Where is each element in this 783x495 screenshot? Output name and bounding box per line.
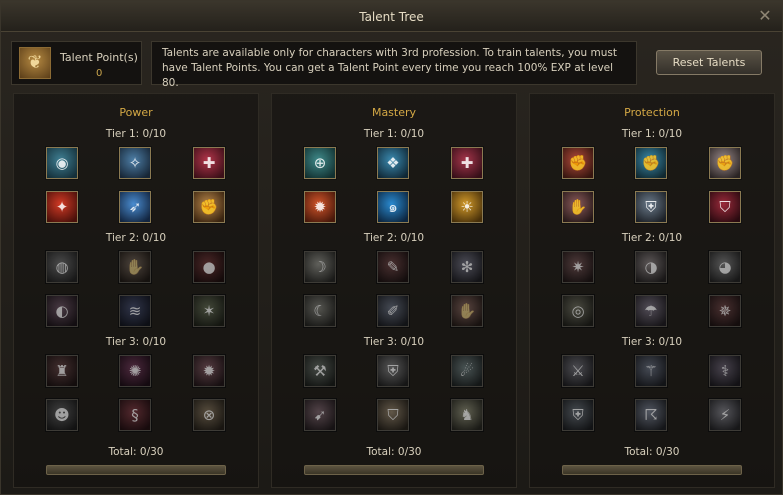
power-t1-skill6-icon[interactable]: ✊ [193, 191, 225, 223]
power-t1-skill4-icon[interactable]: ✦ [46, 191, 78, 223]
protection-t3-skill1-icon[interactable]: ⚔ [562, 355, 594, 387]
protection-t1-skill2-icon[interactable]: ✊ [635, 147, 667, 179]
column-progress-bar [304, 465, 484, 475]
mastery-t3-skill3-icon[interactable]: ☄ [451, 355, 483, 387]
tier-3-label: Tier 3: 0/10 [363, 336, 425, 348]
power-column: Power Tier 1: 0/10 Tier 2: 0/10 Tier 3: 0/1… [13, 93, 259, 488]
protection-t1-skill1-icon[interactable]: ✊ [562, 147, 594, 179]
talent-points-value: 0 [96, 68, 103, 79]
title-bar[interactable]: Talent Tree ✕ [1, 1, 782, 32]
tier-1-label: Tier 1: 0/10 [105, 128, 167, 140]
power-t2-skill3-icon[interactable]: ● [193, 251, 225, 283]
protection-t2-skill3-icon[interactable]: ◕ [709, 251, 741, 283]
column-progress-bar [46, 465, 226, 475]
mastery-t3-skill1-icon[interactable]: ⚒ [304, 355, 336, 387]
protection-column: Protection Tier 1: 0/10 Tier 2: 0/10 Tier 3… [529, 93, 775, 488]
mastery-t2-skill4-icon[interactable]: ☾ [304, 295, 336, 327]
protection-t3-skill4-icon[interactable]: ⛨ [562, 399, 594, 431]
column-total: Total: 0/30 [108, 446, 164, 458]
power-t2-skill4-icon[interactable]: ◐ [46, 295, 78, 327]
mastery-t1-skill3-icon[interactable]: ✚ [451, 147, 483, 179]
column-total: Total: 0/30 [366, 446, 422, 458]
mastery-t2-skill3-icon[interactable]: ✻ [451, 251, 483, 283]
mastery-t2-skill2-icon[interactable]: ✎ [377, 251, 409, 283]
talent-points-label: Talent Point(s) [60, 51, 138, 64]
mastery-t3-skill6-icon[interactable]: ♞ [451, 399, 483, 431]
column-title: Power [119, 106, 153, 119]
mastery-t2-skill6-icon[interactable]: ✋ [451, 295, 483, 327]
tier-2-label: Tier 2: 0/10 [363, 232, 425, 244]
power-t1-skill2-icon[interactable]: ✧ [119, 147, 151, 179]
power-t1-skill3-icon[interactable]: ✚ [193, 147, 225, 179]
power-t3-skill4-icon[interactable]: ☻ [46, 399, 78, 431]
info-text: Talents are available only for character… [151, 41, 637, 89]
protection-t1-skill5-icon[interactable]: ⛨ [635, 191, 667, 223]
tier-3-label: Tier 3: 0/10 [621, 336, 683, 348]
protection-t1-skill4-icon[interactable]: ✋ [562, 191, 594, 223]
power-t1-skill1-icon[interactable]: ◉ [46, 147, 78, 179]
mastery-t2-skill1-icon[interactable]: ☽ [304, 251, 336, 283]
mastery-t1-skill2-icon[interactable]: ❖ [377, 147, 409, 179]
protection-t2-skill1-icon[interactable]: ✷ [562, 251, 594, 283]
power-t2-skill5-icon[interactable]: ≋ [119, 295, 151, 327]
power-t3-skill2-icon[interactable]: ✺ [119, 355, 151, 387]
mastery-t1-skill1-icon[interactable]: ⊕ [304, 147, 336, 179]
talent-point-wings-icon: ❦ [19, 47, 51, 79]
reset-talents-button[interactable]: Reset Talents [656, 50, 762, 75]
protection-t3-skill5-icon[interactable]: ☈ [635, 399, 667, 431]
power-t3-skill5-icon[interactable]: § [119, 399, 151, 431]
protection-t3-skill3-icon[interactable]: ⚕ [709, 355, 741, 387]
protection-t2-skill2-icon[interactable]: ◑ [635, 251, 667, 283]
talent-tree-window: Talent Tree ✕ ❦ Talent Point(s) 0 Talent… [0, 0, 783, 495]
window-title: Talent Tree [359, 10, 424, 24]
protection-t2-skill6-icon[interactable]: ✵ [709, 295, 741, 327]
mastery-t2-skill5-icon[interactable]: ✐ [377, 295, 409, 327]
mastery-column: Mastery Tier 1: 0/10 Tier 2: 0/10 Tier 3: 0… [271, 93, 517, 488]
mastery-t1-skill4-icon[interactable]: ✹ [304, 191, 336, 223]
close-icon[interactable]: ✕ [756, 7, 774, 25]
power-t3-skill1-icon[interactable]: ♜ [46, 355, 78, 387]
power-t3-skill3-icon[interactable]: ✹ [193, 355, 225, 387]
column-title: Mastery [371, 106, 417, 119]
tier-2-label: Tier 2: 0/10 [105, 232, 167, 244]
tier-2-label: Tier 2: 0/10 [621, 232, 683, 244]
mastery-t1-skill6-icon[interactable]: ☀ [451, 191, 483, 223]
protection-t2-skill5-icon[interactable]: ☂ [635, 295, 667, 327]
protection-t3-skill2-icon[interactable]: ⚚ [635, 355, 667, 387]
tier-3-label: Tier 3: 0/10 [105, 336, 167, 348]
tier-1-label: Tier 1: 0/10 [621, 128, 683, 140]
column-total: Total: 0/30 [624, 446, 680, 458]
protection-t2-skill4-icon[interactable]: ◎ [562, 295, 594, 327]
column-progress-bar [562, 465, 742, 475]
protection-t1-skill6-icon[interactable]: ⛉ [709, 191, 741, 223]
protection-t3-skill6-icon[interactable]: ⚡ [709, 399, 741, 431]
power-t2-skill6-icon[interactable]: ✶ [193, 295, 225, 327]
power-t2-skill2-icon[interactable]: ✋ [119, 251, 151, 283]
column-title: Protection [624, 106, 680, 119]
power-t3-skill6-icon[interactable]: ⊗ [193, 399, 225, 431]
power-t2-skill1-icon[interactable]: ◍ [46, 251, 78, 283]
mastery-t3-skill5-icon[interactable]: ⛉ [377, 399, 409, 431]
mastery-t1-skill5-icon[interactable]: ๑ [377, 191, 409, 223]
mastery-t3-skill4-icon[interactable]: ➹ [304, 399, 336, 431]
mastery-t3-skill2-icon[interactable]: ⛨ [377, 355, 409, 387]
power-t1-skill5-icon[interactable]: ➶ [119, 191, 151, 223]
tier-1-label: Tier 1: 0/10 [363, 128, 425, 140]
protection-t1-skill3-icon[interactable]: ✊ [709, 147, 741, 179]
talent-points-panel: ❦ Talent Point(s) 0 [11, 41, 142, 85]
